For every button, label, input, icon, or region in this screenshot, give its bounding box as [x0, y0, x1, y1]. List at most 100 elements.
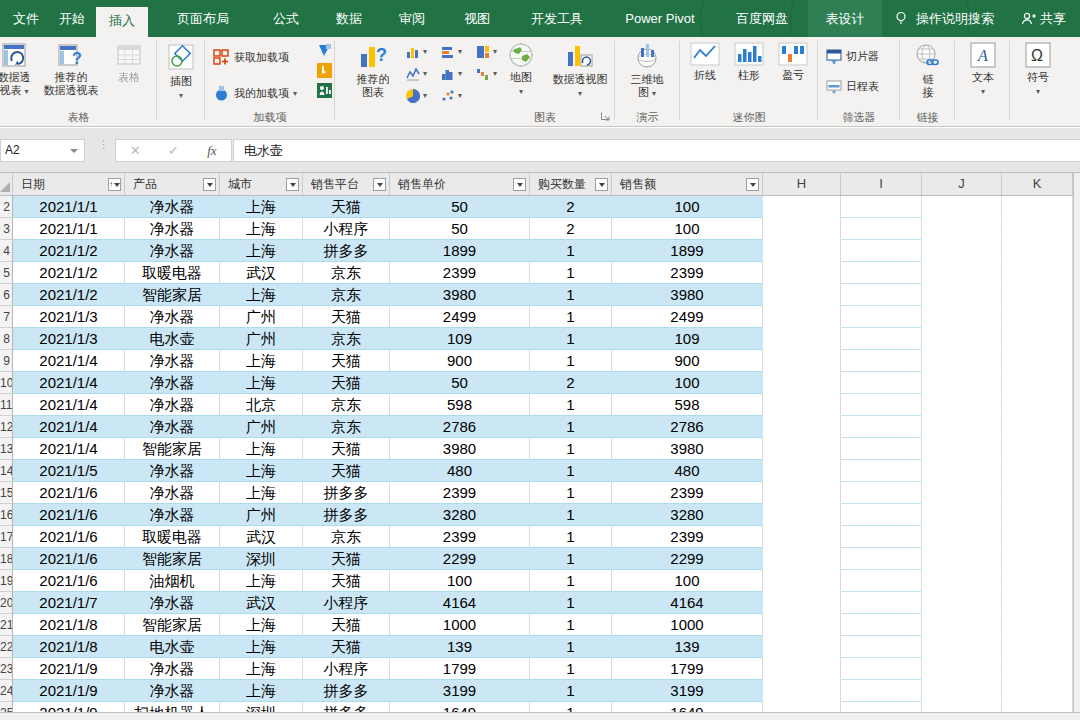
cell-unit-price[interactable]: 139	[390, 636, 530, 658]
insert-function-button[interactable]: fx	[193, 143, 231, 159]
ribbon-tab-11[interactable]: 百度网盘	[716, 0, 808, 37]
ribbon-tab-9[interactable]: 开发工具	[510, 0, 604, 37]
cell-product[interactable]: 智能家居	[125, 284, 220, 306]
cell-K[interactable]	[1002, 658, 1073, 680]
cell-city[interactable]: 上海	[220, 680, 303, 702]
cell-J[interactable]	[922, 262, 1002, 284]
cell-city[interactable]: 上海	[220, 570, 303, 592]
get-addins-button[interactable]: 获取加载项	[213, 49, 289, 66]
cell-date[interactable]: 2021/1/3	[13, 328, 125, 350]
cell-sales[interactable]: 900	[612, 350, 763, 372]
share-button[interactable]: 共享	[1040, 0, 1066, 37]
cell-J[interactable]	[922, 592, 1002, 614]
column-header-platform[interactable]: 销售平台	[303, 173, 390, 195]
cell-K[interactable]	[1002, 548, 1073, 570]
cell-product[interactable]: 智能家居	[125, 438, 220, 460]
cell-unit-price[interactable]: 50	[390, 372, 530, 394]
filter-button-date[interactable]: ↑	[108, 178, 121, 191]
cell-J[interactable]	[922, 482, 1002, 504]
cell-I[interactable]	[841, 372, 922, 394]
row-header-23[interactable]: 23	[0, 658, 13, 680]
cell-sales[interactable]: 3199	[612, 680, 763, 702]
filter-button-unit-price[interactable]	[513, 178, 526, 191]
ribbon-tab-10[interactable]: Power Pivot	[604, 0, 716, 37]
cell-city[interactable]: 武汉	[220, 592, 303, 614]
map3d-button[interactable]: 三维地图 ▾	[621, 39, 673, 99]
cell-quantity[interactable]: 1	[530, 526, 612, 548]
cell-date[interactable]: 2021/1/7	[13, 592, 125, 614]
cell-platform[interactable]: 天猫	[303, 306, 390, 328]
cell-H[interactable]	[763, 680, 841, 702]
cell-date[interactable]: 2021/1/8	[13, 636, 125, 658]
row-header-8[interactable]: 8	[0, 328, 13, 350]
cell-sales[interactable]: 100	[612, 218, 763, 240]
cell-J[interactable]	[922, 658, 1002, 680]
row-header-19[interactable]: 19	[0, 570, 13, 592]
cell-city[interactable]: 上海	[220, 350, 303, 372]
cell-quantity[interactable]: 1	[530, 460, 612, 482]
cell-H[interactable]	[763, 658, 841, 680]
cell-platform[interactable]: 京东	[303, 416, 390, 438]
cell-quantity[interactable]: 1	[530, 416, 612, 438]
cell-I[interactable]	[841, 218, 922, 240]
cell-sales[interactable]: 1000	[612, 614, 763, 636]
cell-H[interactable]	[763, 570, 841, 592]
name-box[interactable]: A2	[0, 139, 85, 162]
cell-H[interactable]	[763, 592, 841, 614]
cell-unit-price[interactable]: 3980	[390, 284, 530, 306]
cell-quantity[interactable]: 1	[530, 350, 612, 372]
cell-sales[interactable]: 1649	[612, 702, 763, 712]
row-header-3[interactable]: 3	[0, 218, 13, 240]
cell-product[interactable]: 智能家居	[125, 548, 220, 570]
cell-I[interactable]	[841, 394, 922, 416]
cell-I[interactable]	[841, 614, 922, 636]
cell-sales[interactable]: 100	[612, 372, 763, 394]
cell-quantity[interactable]: 1	[530, 614, 612, 636]
cell-H[interactable]	[763, 284, 841, 306]
column-header-sales[interactable]: 销售额	[612, 173, 763, 195]
cell-I[interactable]	[841, 526, 922, 548]
cell-unit-price[interactable]: 2786	[390, 416, 530, 438]
cell-J[interactable]	[922, 306, 1002, 328]
my-addins-button[interactable]: 我的加载项 ▾	[213, 85, 297, 102]
cell-date[interactable]: 2021/1/4	[13, 416, 125, 438]
cell-city[interactable]: 上海	[220, 636, 303, 658]
column-header-I[interactable]: I	[841, 173, 922, 195]
cell-J[interactable]	[922, 394, 1002, 416]
cell-platform[interactable]: 天猫	[303, 570, 390, 592]
cell-K[interactable]	[1002, 482, 1073, 504]
cell-J[interactable]	[922, 636, 1002, 658]
cell-city[interactable]: 广州	[220, 328, 303, 350]
cell-product[interactable]: 净水器	[125, 416, 220, 438]
cell-K[interactable]	[1002, 262, 1073, 284]
filter-button-platform[interactable]	[373, 178, 386, 191]
row-header-15[interactable]: 15	[0, 482, 13, 504]
cell-date[interactable]: 2021/1/6	[13, 548, 125, 570]
cell-quantity[interactable]: 1	[530, 262, 612, 284]
cell-H[interactable]	[763, 636, 841, 658]
cell-platform[interactable]: 天猫	[303, 350, 390, 372]
cell-unit-price[interactable]: 598	[390, 394, 530, 416]
cell-H[interactable]	[763, 460, 841, 482]
cell-date[interactable]: 2021/1/2	[13, 240, 125, 262]
cancel-formula-button[interactable]: ✕	[116, 143, 154, 158]
recommended-charts-button[interactable]: ? 推荐的图表	[343, 39, 403, 99]
cell-platform[interactable]: 京东	[303, 284, 390, 306]
cell-unit-price[interactable]: 1649	[390, 702, 530, 712]
cell-K[interactable]	[1002, 526, 1073, 548]
cell-platform[interactable]: 小程序	[303, 592, 390, 614]
cell-unit-price[interactable]: 2499	[390, 306, 530, 328]
cell-city[interactable]: 北京	[220, 394, 303, 416]
chart-type-line-button[interactable]: ▾	[405, 65, 435, 83]
cell-K[interactable]	[1002, 196, 1073, 218]
cell-sales[interactable]: 2786	[612, 416, 763, 438]
cell-date[interactable]: 2021/1/4	[13, 372, 125, 394]
tell-me-search[interactable]: 操作说明搜索	[916, 0, 994, 37]
cell-quantity[interactable]: 1	[530, 328, 612, 350]
cell-K[interactable]	[1002, 394, 1073, 416]
cell-product[interactable]: 净水器	[125, 504, 220, 526]
cell-K[interactable]	[1002, 438, 1073, 460]
ribbon-tab-3[interactable]: 插入	[96, 7, 148, 37]
filter-button-sales[interactable]	[746, 178, 759, 191]
cell-unit-price[interactable]: 50	[390, 218, 530, 240]
